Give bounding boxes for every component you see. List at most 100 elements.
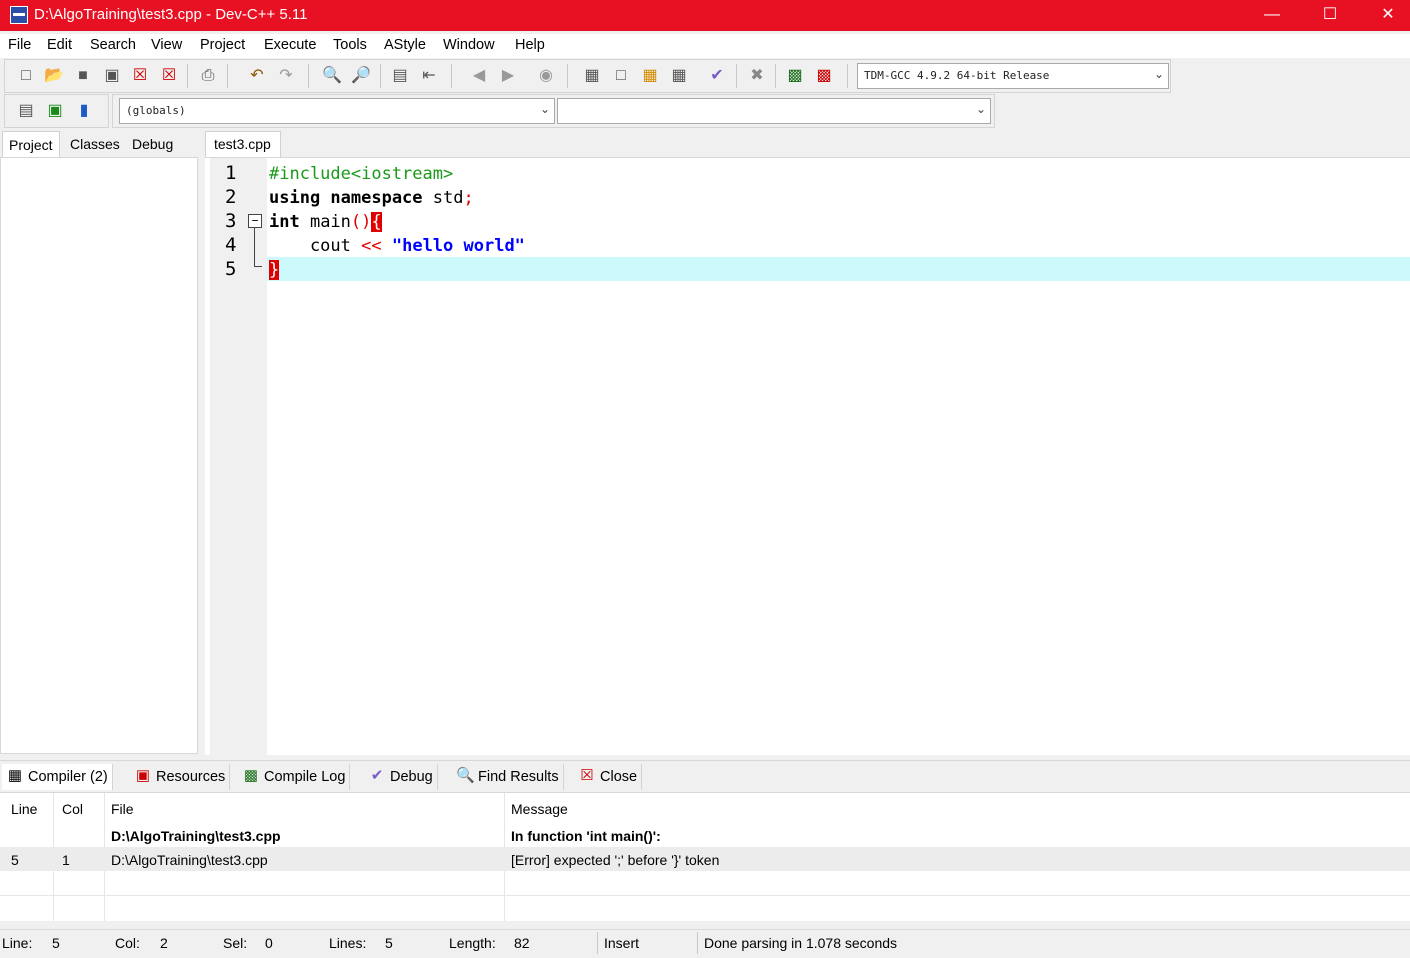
chevron-down-icon: ⌄: [1153, 67, 1164, 81]
devcpp-app-icon: [10, 6, 28, 24]
column-header-line[interactable]: Line: [11, 798, 37, 820]
replace-icon[interactable]: 🔎: [350, 65, 372, 87]
code-line-3: int main(){: [269, 212, 382, 232]
cell-file: D:\AlgoTraining\test3.cpp: [111, 852, 268, 868]
rebuild-icon[interactable]: ▦: [668, 65, 690, 87]
bookmark-next-icon[interactable]: ▶: [497, 65, 519, 87]
tab-close[interactable]: ☒ Close: [574, 764, 643, 790]
code-line-5: }: [269, 260, 280, 280]
close-file-icon[interactable]: ☒: [129, 65, 151, 87]
menu-file[interactable]: File: [8, 37, 31, 53]
fold-line: [254, 228, 255, 266]
menu-project[interactable]: Project: [200, 37, 245, 53]
debug-check-icon: ✔: [370, 767, 384, 784]
compiler-messages-table: Line Col File Message D:\AlgoTraining\te…: [0, 792, 1410, 921]
menu-edit[interactable]: Edit: [47, 37, 72, 53]
compiler-select-value: TDM-GCC 4.9.2 64-bit Release: [864, 69, 1050, 82]
code-line-1: #include<iostream>: [269, 164, 454, 184]
profile-icon[interactable]: ▩: [784, 65, 806, 87]
insert-icon[interactable]: ▤: [15, 100, 37, 122]
compiler-select[interactable]: TDM-GCC 4.9.2 64-bit Release ⌄: [857, 63, 1169, 89]
undo-icon[interactable]: ↶: [246, 65, 268, 87]
close-window-button[interactable]: ✕: [1359, 0, 1410, 31]
close-all-icon[interactable]: ☒: [158, 65, 180, 87]
main-toolbar: □ 📂 ■ ▣ ☒ ☒ ⎙ ↶ ↷ 🔍 🔎 ▤ ⇤ ◀ ▶ ◉ ▦ □ ▦ ▦ …: [4, 59, 1171, 93]
chevron-down-icon: ⌄: [539, 102, 550, 116]
status-line-value: 5: [52, 935, 60, 951]
tab-close-label: Close: [600, 769, 638, 785]
editor-tab-test3[interactable]: test3.cpp: [205, 131, 281, 157]
status-message: Done parsing in 1.078 seconds: [704, 935, 898, 951]
tab-classes[interactable]: Classes: [64, 131, 126, 157]
chevron-down-icon: ⌄: [975, 102, 986, 116]
tab-compile-log-label: Compile Log: [264, 769, 346, 785]
compiler-icon: ▦: [7, 767, 23, 784]
compile-icon[interactable]: ▦: [581, 65, 603, 87]
column-header-file[interactable]: File: [111, 798, 134, 820]
open-file-icon[interactable]: 📂: [43, 65, 65, 87]
member-select[interactable]: ⌄: [557, 98, 991, 124]
menu-view[interactable]: View: [151, 37, 182, 53]
menu-execute[interactable]: Execute: [264, 37, 316, 53]
scope-select[interactable]: (globals) ⌄: [119, 98, 555, 124]
print-icon[interactable]: ⎙: [197, 65, 219, 87]
goto-line-icon[interactable]: ◉: [535, 65, 557, 87]
status-length-value: 82: [514, 935, 530, 951]
code-editor[interactable]: 1 2 3 4 5 − #include<iostream> using nam…: [205, 157, 1410, 755]
current-line-highlight: [267, 257, 1410, 281]
maximize-button[interactable]: ☐: [1301, 0, 1359, 31]
code-line-2: using namespace std;: [269, 188, 474, 208]
fold-toggle-icon[interactable]: −: [248, 214, 262, 228]
minimize-button[interactable]: —: [1243, 0, 1301, 31]
run-icon[interactable]: □: [610, 65, 632, 87]
delete-profile-icon[interactable]: ▩: [813, 65, 835, 87]
tab-resources[interactable]: ▣ Resources: [130, 764, 231, 790]
status-bar: Line: 5 Col: 2 Sel: 0 Lines: 5 Length: 8…: [0, 929, 1410, 958]
status-lines-label: Lines:: [329, 935, 367, 951]
tab-resources-label: Resources: [156, 769, 226, 785]
status-col-value: 2: [160, 935, 168, 951]
compile-log-icon: ▩: [243, 767, 259, 784]
code-line-4: cout << "hello world": [269, 236, 525, 256]
line-number: 5: [225, 258, 237, 280]
menu-bar: File Edit Search View Project Execute To…: [0, 34, 1410, 58]
bookmark-icon[interactable]: ▮: [73, 100, 95, 122]
find-results-icon: 🔍: [456, 767, 475, 784]
menu-help[interactable]: Help: [515, 37, 545, 53]
column-header-message[interactable]: Message: [511, 798, 568, 820]
tab-compile-log[interactable]: ▩ Compile Log: [238, 764, 351, 790]
status-length-label: Length:: [449, 935, 496, 951]
tab-debug-output[interactable]: ✔ Debug: [364, 764, 438, 790]
line-number-gutter: 1 2 3 4 5 −: [210, 158, 267, 755]
tab-compiler[interactable]: ▦ Compiler (2): [2, 764, 113, 790]
bookmark-prev-icon[interactable]: ◀: [468, 65, 490, 87]
syntax-check-icon[interactable]: ✔: [706, 65, 728, 87]
cell-message: [Error] expected ';' before '}' token: [511, 852, 720, 868]
menu-tools[interactable]: Tools: [333, 37, 367, 53]
menu-search[interactable]: Search: [90, 37, 136, 53]
menu-window[interactable]: Window: [443, 37, 495, 53]
bottom-panel-tabs: ▦ Compiler (2) ▣ Resources ▩ Compile Log…: [0, 760, 1410, 791]
compile-run-icon[interactable]: ▦: [639, 65, 661, 87]
tab-find-results[interactable]: 🔍 Find Results: [452, 764, 564, 790]
tab-debug[interactable]: Debug: [126, 131, 179, 157]
new-file-icon[interactable]: □: [15, 65, 37, 87]
unindent-icon[interactable]: ⇤: [418, 65, 440, 87]
tab-project[interactable]: Project: [2, 131, 60, 158]
tab-debug-label: Debug: [390, 769, 433, 785]
class-toolbar: ▤ ▣ ▮: [4, 94, 109, 128]
indent-icon[interactable]: ▤: [389, 65, 411, 87]
save-icon[interactable]: ■: [72, 65, 94, 87]
redo-icon[interactable]: ↷: [275, 65, 297, 87]
find-icon[interactable]: 🔍: [321, 65, 343, 87]
project-browser[interactable]: [0, 157, 198, 754]
tab-compiler-label: Compiler (2): [28, 769, 108, 785]
column-header-col[interactable]: Col: [62, 798, 83, 820]
save-all-icon[interactable]: ▣: [101, 65, 123, 87]
stop-icon[interactable]: ✖: [746, 65, 768, 87]
menu-astyle[interactable]: AStyle: [384, 37, 426, 53]
goto-definition-icon[interactable]: ▣: [44, 100, 66, 122]
fold-end: [254, 266, 262, 267]
line-number: 2: [225, 186, 237, 208]
resources-icon: ▣: [135, 767, 151, 784]
